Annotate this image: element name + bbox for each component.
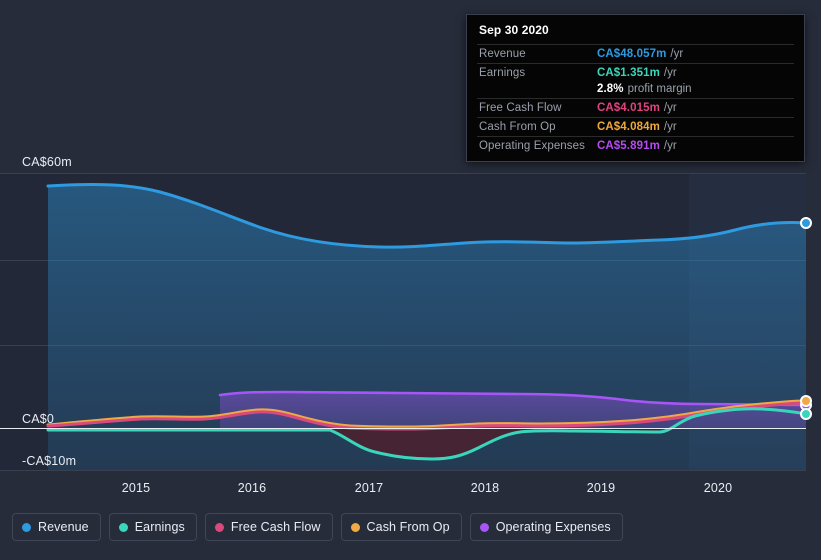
x-axis-label-4: 2019 bbox=[586, 481, 616, 495]
tooltip-unit-operating-expenses: /yr bbox=[663, 140, 677, 152]
legend-label-earnings: Earnings bbox=[134, 520, 185, 534]
tooltip-date: Sep 30 2020 bbox=[479, 23, 549, 37]
tooltip-value-revenue: CA$48.057m bbox=[597, 48, 667, 60]
tooltip-row-cash-from-op: Cash From Op CA$4.084m /yr bbox=[477, 117, 794, 136]
tooltip-label-operating-expenses: Operating Expenses bbox=[479, 140, 586, 152]
revenue-endpoint bbox=[800, 217, 812, 229]
tooltip-value-free-cash-flow: CA$4.015m bbox=[597, 102, 660, 114]
tooltip-unit-profit-margin: profit margin bbox=[627, 83, 692, 95]
tooltip-label-cash-from-op: Cash From Op bbox=[479, 121, 556, 133]
tooltip-unit-free-cash-flow: /yr bbox=[663, 102, 677, 114]
legend-item-operating-expenses[interactable]: Operating Expenses bbox=[469, 513, 623, 541]
tooltip-row-free-cash-flow: Free Cash Flow CA$4.015m /yr bbox=[477, 98, 794, 117]
legend-item-cash-from-op[interactable]: Cash From Op bbox=[340, 513, 462, 541]
legend-label-cash-from-op: Cash From Op bbox=[366, 520, 450, 534]
tooltip-unit-earnings: /yr bbox=[663, 67, 677, 79]
cash-from-op-endpoint bbox=[800, 395, 812, 407]
chart-legend: Revenue Earnings Free Cash Flow Cash Fro… bbox=[12, 513, 623, 541]
x-axis-label-5: 2020 bbox=[703, 481, 733, 495]
tooltip-value-operating-expenses: CA$5.891m bbox=[597, 140, 660, 152]
y-axis-label-2: -CA$10m bbox=[22, 454, 77, 468]
earnings-endpoint bbox=[800, 408, 812, 420]
x-axis-label-2: 2017 bbox=[354, 481, 384, 495]
tooltip-label-free-cash-flow: Free Cash Flow bbox=[479, 102, 562, 114]
legend-item-free-cash-flow[interactable]: Free Cash Flow bbox=[204, 513, 333, 541]
tooltip-label-revenue: Revenue bbox=[479, 48, 526, 60]
tooltip-unit-cash-from-op: /yr bbox=[663, 121, 677, 133]
legend-item-earnings[interactable]: Earnings bbox=[108, 513, 197, 541]
financial-chart-page: CA$60m CA$0 -CA$10m 2015 2016 2017 2018 … bbox=[0, 0, 821, 560]
x-axis-label-3: 2018 bbox=[470, 481, 500, 495]
legend-dot-operating-expenses-icon bbox=[479, 522, 489, 532]
legend-label-revenue: Revenue bbox=[38, 520, 89, 534]
tooltip-value-cash-from-op: CA$4.084m bbox=[597, 121, 660, 133]
legend-dot-revenue-icon bbox=[22, 522, 31, 532]
x-axis-label-0: 2015 bbox=[121, 481, 151, 495]
tooltip-row-profit-margin: 2.8% profit margin bbox=[477, 82, 794, 98]
data-tooltip: Sep 30 2020 Revenue CA$48.057m /yr Earni… bbox=[466, 14, 805, 162]
tooltip-label-earnings: Earnings bbox=[479, 67, 526, 79]
legend-dot-free-cash-flow-icon bbox=[214, 522, 224, 532]
legend-dot-cash-from-op-icon bbox=[350, 522, 360, 532]
y-axis-label-0: CA$60m bbox=[22, 155, 72, 169]
tooltip-row-revenue: Revenue CA$48.057m /yr bbox=[477, 44, 794, 63]
legend-dot-earnings-icon bbox=[118, 522, 128, 532]
tooltip-value-earnings: CA$1.351m bbox=[597, 67, 660, 79]
tooltip-value-profit-margin: 2.8% bbox=[597, 83, 624, 95]
tooltip-unit-revenue: /yr bbox=[670, 48, 684, 60]
legend-label-operating-expenses: Operating Expenses bbox=[495, 520, 611, 534]
tooltip-row-earnings: Earnings CA$1.351m /yr bbox=[477, 63, 794, 82]
legend-label-free-cash-flow: Free Cash Flow bbox=[230, 520, 321, 534]
x-axis-label-1: 2016 bbox=[237, 481, 267, 495]
y-axis-label-1: CA$0 bbox=[22, 412, 55, 426]
legend-item-revenue[interactable]: Revenue bbox=[12, 513, 101, 541]
tooltip-row-operating-expenses: Operating Expenses CA$5.891m /yr bbox=[477, 136, 794, 155]
